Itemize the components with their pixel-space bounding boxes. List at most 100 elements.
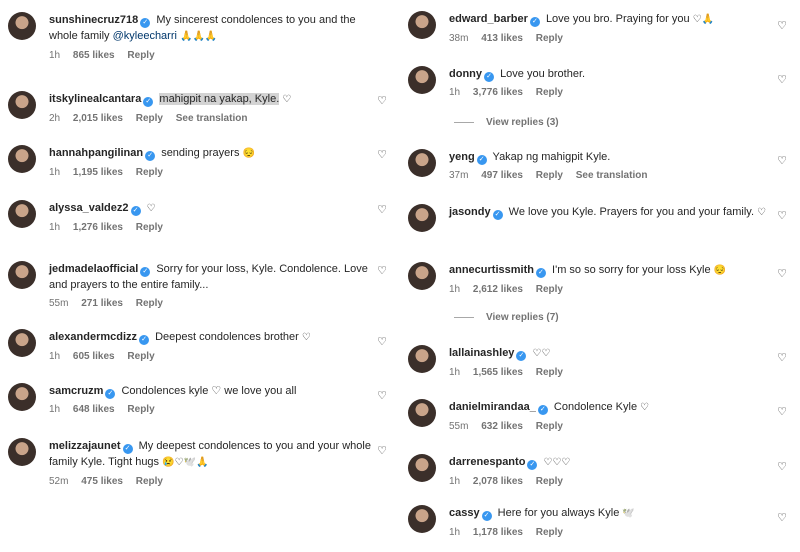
username[interactable]: donny <box>449 68 482 80</box>
avatar[interactable] <box>408 399 436 427</box>
see-translation-link[interactable]: See translation <box>576 170 648 181</box>
avatar[interactable] <box>8 12 36 40</box>
reply-button[interactable]: Reply <box>136 113 163 124</box>
avatar[interactable] <box>8 145 36 173</box>
likes-count[interactable]: 497 likes <box>481 170 523 181</box>
avatar[interactable] <box>8 383 36 411</box>
comment-body: edward_barber ✓ Love you bro. Praying for… <box>449 11 778 46</box>
reply-button[interactable]: Reply <box>136 222 163 233</box>
divider <box>454 121 474 123</box>
comment-text: Here for you always Kyle <box>497 507 620 519</box>
likes-count[interactable]: 1,276 likes <box>73 222 123 233</box>
avatar[interactable] <box>408 505 436 533</box>
comment-text: Condolence Kyle <box>553 401 638 413</box>
username[interactable]: alexandermcdizz <box>49 331 137 343</box>
username[interactable]: danielmirandaa_ <box>449 401 536 413</box>
comment-body: melizzajaunet ✓ My deepest condolences to… <box>49 438 378 489</box>
reply-button[interactable]: Reply <box>136 167 163 178</box>
reply-button[interactable]: Reply <box>536 527 563 538</box>
likes-count[interactable]: 632 likes <box>481 421 523 432</box>
timestamp: 37m <box>449 170 469 181</box>
likes-count[interactable]: 2,078 likes <box>473 476 523 487</box>
avatar[interactable] <box>408 262 436 290</box>
reply-button[interactable]: Reply <box>136 298 163 309</box>
likes-count[interactable]: 413 likes <box>481 33 523 44</box>
likes-count[interactable]: 2,612 likes <box>473 284 523 295</box>
avatar[interactable] <box>8 200 36 228</box>
username[interactable]: jasondy <box>449 206 491 218</box>
avatar[interactable] <box>408 454 436 482</box>
avatar[interactable] <box>8 91 36 119</box>
username[interactable]: lallainashley <box>449 347 514 359</box>
avatar[interactable] <box>408 11 436 39</box>
comment-meta: 1h 1,276 likes Reply <box>49 221 378 235</box>
comment-body: yeng ✓ Yakap ng mahigpit Kyle. 37m 497 li… <box>449 149 778 183</box>
verified-badge-icon: ✓ <box>529 17 540 27</box>
verified-badge-icon: ✓ <box>535 268 546 278</box>
avatar[interactable] <box>408 345 436 373</box>
username[interactable]: edward_barber <box>449 13 528 25</box>
username[interactable]: yeng <box>449 151 475 163</box>
comment-meta: 52m 475 likes Reply <box>49 475 378 489</box>
username[interactable]: hannahpangilinan <box>49 147 143 159</box>
likes-count[interactable]: 475 likes <box>81 476 123 487</box>
avatar[interactable] <box>8 329 36 357</box>
likes-count[interactable]: 865 likes <box>73 50 115 61</box>
username[interactable]: alyssa_valdez2 <box>49 202 129 214</box>
avatar[interactable] <box>408 149 436 177</box>
reply-button[interactable]: Reply <box>127 404 154 415</box>
view-replies-button[interactable]: View replies (3) <box>454 117 559 128</box>
timestamp: 55m <box>49 298 69 309</box>
username[interactable]: cassy <box>449 507 480 519</box>
reply-button[interactable]: Reply <box>536 33 563 44</box>
likes-count[interactable]: 1,565 likes <box>473 367 523 378</box>
timestamp: 1h <box>49 167 61 178</box>
verified-badge-icon: ✓ <box>476 155 487 165</box>
reply-button[interactable]: Reply <box>127 351 154 362</box>
likes-count[interactable]: 271 likes <box>81 298 123 309</box>
reply-button[interactable]: Reply <box>536 476 563 487</box>
reply-button[interactable]: Reply <box>136 476 163 487</box>
timestamp: 38m <box>449 33 469 44</box>
mention-link[interactable]: @kyleecharri <box>113 30 177 42</box>
timestamp: 1h <box>49 222 61 233</box>
emoji: ♡♡ <box>532 348 551 359</box>
likes-count[interactable]: 605 likes <box>73 351 115 362</box>
likes-count[interactable]: 3,776 likes <box>473 87 523 98</box>
emoji: 🕊️ <box>622 508 635 519</box>
comment-meta: 38m 413 likes Reply <box>449 32 778 46</box>
likes-count[interactable]: 2,015 likes <box>73 113 123 124</box>
username[interactable]: sunshinecruz718 <box>49 14 138 26</box>
reply-button[interactable]: Reply <box>536 284 563 295</box>
username[interactable]: darrenespanto <box>449 456 525 468</box>
comment-body: lallainashley ✓ ♡♡ 1h 1,565 likes Reply <box>449 345 778 380</box>
view-replies-button[interactable]: View replies (7) <box>454 312 559 323</box>
verified-badge-icon: ✓ <box>537 405 548 415</box>
reply-button[interactable]: Reply <box>536 170 563 181</box>
timestamp: 1h <box>49 50 61 61</box>
username[interactable]: melizzajaunet <box>49 440 121 452</box>
username[interactable]: jedmadelaofficial <box>49 263 138 275</box>
reply-button[interactable]: Reply <box>536 87 563 98</box>
avatar[interactable] <box>8 261 36 289</box>
avatar[interactable] <box>8 438 36 466</box>
timestamp: 52m <box>49 476 69 487</box>
comment-body: sunshinecruz718 ✓ My sincerest condolence… <box>49 12 378 63</box>
timestamp: 1h <box>449 527 461 538</box>
username[interactable]: annecurtissmith <box>449 264 534 276</box>
likes-count[interactable]: 1,195 likes <box>73 167 123 178</box>
avatar[interactable] <box>408 204 436 232</box>
likes-count[interactable]: 1,178 likes <box>473 527 523 538</box>
avatar[interactable] <box>408 66 436 94</box>
reply-button[interactable]: Reply <box>536 421 563 432</box>
comment-body: cassy ✓ Here for you always Kyle 🕊️ 1h 1,… <box>449 505 778 540</box>
reply-button[interactable]: Reply <box>536 367 563 378</box>
verified-badge-icon: ✓ <box>492 210 503 220</box>
username[interactable]: itskylinealcantara <box>49 93 141 105</box>
username[interactable]: samcruzm <box>49 385 103 397</box>
comment-text: I'm so so sorry for your loss Kyle <box>552 264 711 276</box>
likes-count[interactable]: 648 likes <box>73 404 115 415</box>
see-translation-link[interactable]: See translation <box>176 113 248 124</box>
comment-text: Love you bro. Praying for you <box>545 13 690 25</box>
reply-button[interactable]: Reply <box>127 50 154 61</box>
